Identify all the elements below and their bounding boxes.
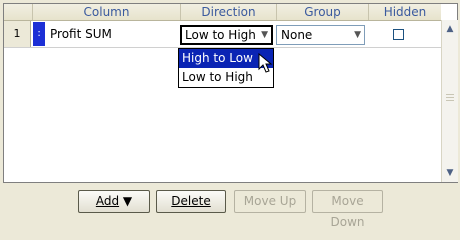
chevron-down-icon[interactable]: ▼ bbox=[261, 27, 268, 43]
row-number: 1 bbox=[4, 21, 31, 47]
row-drag-handle[interactable]: : bbox=[33, 22, 45, 46]
header-column: Column bbox=[32, 4, 180, 20]
table-row[interactable]: 1 : Profit SUM Low to High ▼ None ▼ bbox=[4, 21, 441, 48]
delete-button[interactable]: Delete bbox=[156, 190, 226, 213]
header-rownum bbox=[4, 4, 32, 20]
caret-down-icon: ▼ bbox=[122, 194, 133, 208]
arrow-up-icon[interactable]: ▲ bbox=[442, 22, 458, 36]
hidden-checkbox[interactable] bbox=[393, 29, 404, 40]
scrollbar-grip[interactable] bbox=[446, 94, 454, 102]
move-down-button-label: Move Down bbox=[330, 194, 365, 229]
header-direction: Direction bbox=[180, 4, 276, 20]
column-name-cell[interactable]: Profit SUM bbox=[48, 21, 178, 47]
delete-button-label: Delete bbox=[171, 194, 211, 208]
mouse-cursor-icon bbox=[258, 53, 273, 73]
group-select[interactable]: None ▼ bbox=[276, 25, 365, 45]
chevron-down-icon[interactable]: ▼ bbox=[354, 26, 361, 44]
move-up-button-label: Move Up bbox=[243, 194, 297, 208]
move-up-button[interactable]: Move Up bbox=[234, 190, 306, 213]
direction-select[interactable]: Low to High ▼ bbox=[180, 25, 273, 45]
move-down-button[interactable]: Move Down bbox=[312, 190, 383, 229]
header-hidden: Hidden bbox=[368, 4, 441, 20]
vertical-scrollbar[interactable]: ▲ ▼ bbox=[441, 20, 458, 182]
sort-grid: Column Direction Group Hidden 1 : Profit… bbox=[3, 3, 458, 183]
group-value: None bbox=[281, 28, 313, 42]
add-button-label: Add bbox=[95, 194, 120, 208]
arrow-down-icon[interactable]: ▼ bbox=[442, 166, 458, 180]
grid-header: Column Direction Group Hidden bbox=[4, 4, 441, 21]
header-group: Group bbox=[276, 4, 368, 20]
direction-value: Low to High bbox=[185, 28, 256, 42]
add-button[interactable]: Add ▼ bbox=[78, 190, 150, 213]
